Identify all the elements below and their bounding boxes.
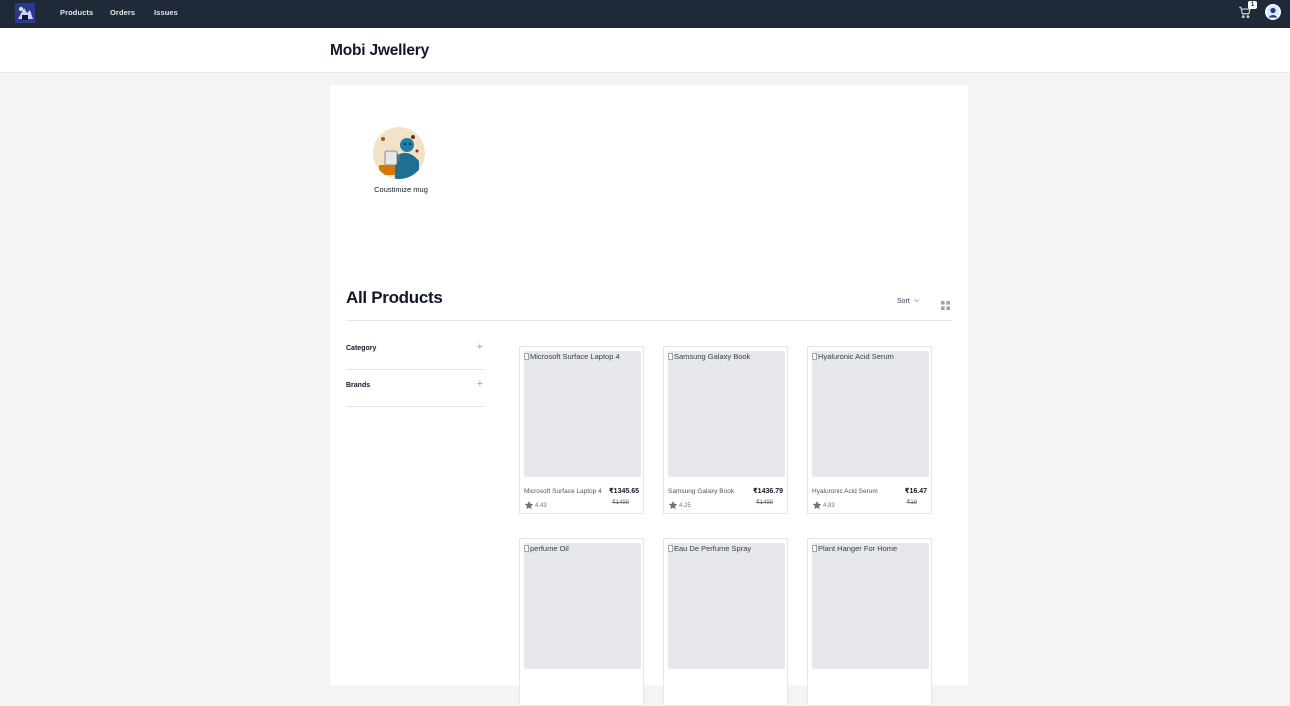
product-name[interactable]: Microsoft Surface Laptop 4 (524, 488, 614, 495)
plus-icon: + (476, 378, 483, 390)
broken-image-icon (812, 353, 817, 360)
product-name[interactable]: Samsung Galaxy Book (668, 488, 758, 495)
broken-image-alt: perfume Oil (524, 544, 569, 553)
broken-image-icon (668, 545, 673, 552)
section-divider (346, 320, 952, 321)
plus-icon: + (476, 341, 483, 353)
star-icon (524, 500, 534, 512)
chevron-down-icon (913, 297, 920, 306)
nav-issues-link[interactable]: Issues (154, 8, 178, 17)
image-alt-text: Eau De Perfume Spray (674, 544, 752, 553)
broken-image-alt: Eau De Perfume Spray (668, 544, 751, 553)
broken-image-alt: Microsoft Surface Laptop 4 (524, 352, 620, 361)
filter-brands[interactable]: Brands + (346, 370, 485, 407)
star-icon (812, 500, 822, 512)
rating-value: 4.25 (679, 503, 691, 509)
category-image-coustimize-mug[interactable] (373, 127, 425, 179)
sort-dropdown[interactable]: Sort (897, 297, 920, 306)
image-alt-text: Samsung Galaxy Book (674, 352, 751, 361)
product-rating: 4.25 (668, 500, 691, 512)
filter-category[interactable]: Category + (346, 333, 485, 370)
product-image[interactable]: Plant Hanger For Home (812, 543, 929, 669)
cart-count-badge: 1 (1248, 1, 1257, 9)
image-alt-text: Microsoft Surface Laptop 4 (530, 352, 620, 361)
product-mrp: ₹19 (906, 500, 918, 506)
avatar-icon[interactable] (1265, 4, 1281, 20)
product-card[interactable]: Eau De Perfume Spray (663, 538, 788, 706)
store-title: Mobi Jwellery (330, 42, 430, 59)
top-navbar: Products Orders Issues 1 (0, 0, 1290, 28)
product-price: ₹1345.65 (607, 487, 639, 495)
product-card[interactable]: Microsoft Surface Laptop 4 Microsoft Sur… (519, 346, 644, 514)
filter-label: Brands (346, 382, 371, 389)
logo-icon[interactable] (15, 3, 35, 23)
rating-value: 4.43 (535, 503, 547, 509)
product-image[interactable]: Samsung Galaxy Book (668, 351, 785, 477)
product-card[interactable]: Hyaluronic Acid Serum Hyaluronic Acid Se… (807, 346, 932, 514)
product-mrp: ₹1499 (755, 500, 773, 506)
broken-image-alt: Plant Hanger For Home (812, 544, 897, 553)
product-card[interactable]: Samsung Galaxy Book Samsung Galaxy Book … (663, 346, 788, 514)
product-image[interactable]: Eau De Perfume Spray (668, 543, 785, 669)
rating-value: 4.83 (823, 503, 835, 509)
product-rating: 4.83 (812, 500, 835, 512)
product-price: ₹1436.79 (751, 487, 783, 495)
product-image[interactable]: Hyaluronic Acid Serum (812, 351, 929, 477)
product-name[interactable]: Hyaluronic Acid Serum (812, 488, 902, 495)
product-card[interactable]: perfume Oil (519, 538, 644, 706)
product-image[interactable]: perfume Oil (524, 543, 641, 669)
broken-image-alt: Samsung Galaxy Book (668, 352, 750, 361)
main-content: Coustimize mug All Products Sort Categor… (330, 85, 968, 706)
product-card[interactable]: Plant Hanger For Home (807, 538, 932, 706)
grid-view-icon[interactable] (941, 297, 950, 310)
sort-label: Sort (897, 298, 910, 305)
broken-image-icon (524, 545, 529, 552)
filter-label: Category (346, 345, 377, 352)
product-price: ₹16.47 (903, 487, 927, 495)
image-alt-text: Plant Hanger For Home (818, 544, 898, 553)
image-alt-text: Hyaluronic Acid Serum (818, 352, 894, 361)
nav-orders-link[interactable]: Orders (110, 8, 135, 17)
broken-image-icon (668, 353, 673, 360)
product-image[interactable]: Microsoft Surface Laptop 4 (524, 351, 641, 477)
store-header: Mobi Jwellery (0, 28, 1290, 73)
broken-image-icon (524, 353, 529, 360)
broken-image-alt: Hyaluronic Acid Serum (812, 352, 894, 361)
broken-image-icon (812, 545, 817, 552)
image-alt-text: perfume Oil (530, 544, 569, 553)
product-rating: 4.43 (524, 500, 547, 512)
all-products-title: All Products (346, 288, 443, 307)
product-mrp: ₹1499 (611, 500, 629, 506)
nav-products-link[interactable]: Products (60, 8, 93, 17)
star-icon (668, 500, 678, 512)
category-label[interactable]: Coustimize mug (360, 185, 442, 194)
